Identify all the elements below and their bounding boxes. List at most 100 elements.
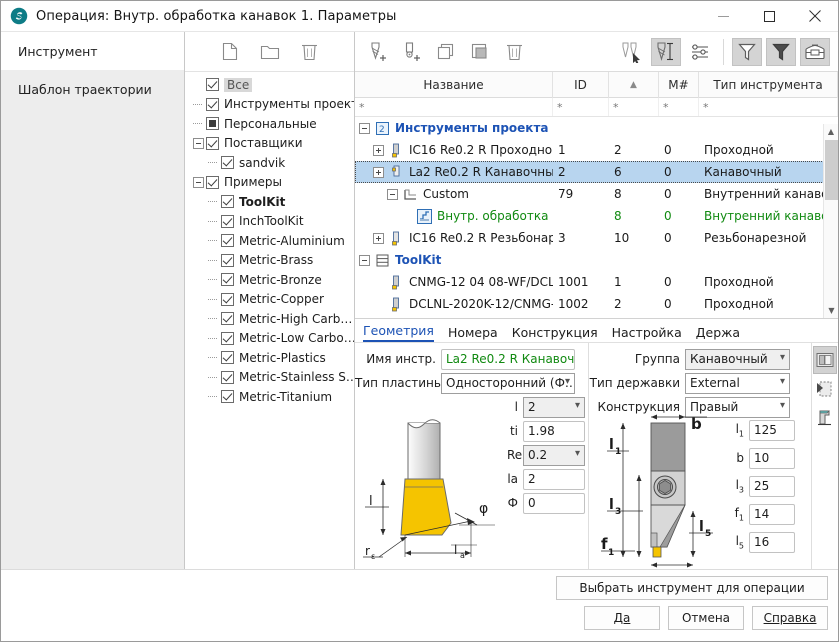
minimize-button[interactable]	[700, 1, 746, 32]
tab-3[interactable]: Настройка	[612, 325, 682, 342]
tab-4[interactable]: Держа	[696, 325, 740, 342]
tree-row[interactable]: Metric-Aluminium	[185, 231, 354, 251]
assembly-preview-icon[interactable]	[813, 404, 837, 432]
dim-l-field[interactable]: 2	[523, 397, 585, 418]
toolbox-icon[interactable]	[800, 38, 830, 66]
parameter-tabs[interactable]: ГеометрияНомераКонструкцияНастройкаДержа	[355, 319, 838, 343]
table-filter-cell[interactable]: *	[609, 98, 659, 116]
dim-phi-field[interactable]: 0	[523, 493, 585, 514]
dim-re-field[interactable]: 0.2	[523, 445, 585, 466]
table-column-header[interactable]: ▲	[609, 72, 659, 98]
tree-checkbox[interactable]	[206, 98, 219, 111]
tree-row[interactable]: ToolKit	[185, 192, 354, 212]
settings-sliders-icon[interactable]	[685, 38, 715, 66]
table-filter-cell[interactable]: *	[553, 98, 609, 116]
maximize-button[interactable]	[746, 1, 792, 32]
tree-row[interactable]: Metric-Bronze	[185, 270, 354, 290]
row-expander[interactable]	[359, 255, 370, 266]
holder-preview-icon[interactable]	[813, 346, 837, 374]
select-tool-icon[interactable]	[617, 38, 647, 66]
tree-row[interactable]: Metric-Stainless S…	[185, 368, 354, 388]
tree-checkbox[interactable]	[221, 254, 234, 267]
tree-expander[interactable]	[193, 177, 204, 188]
delete-icon[interactable]	[299, 41, 321, 63]
table-row[interactable]: Custom7980Внутренний канавочный	[355, 183, 838, 205]
table-filter-cell[interactable]: *	[355, 98, 553, 116]
tree-checkbox[interactable]	[221, 195, 234, 208]
cancel-button[interactable]: Отмена	[668, 606, 744, 630]
tool-measure-icon[interactable]	[651, 38, 681, 66]
add-turn-tool-icon[interactable]	[397, 38, 427, 66]
row-expander[interactable]	[373, 233, 384, 244]
scroll-thumb[interactable]	[825, 140, 838, 200]
close-button[interactable]	[792, 1, 838, 32]
tree-checkbox[interactable]	[221, 156, 234, 169]
table-row[interactable]: DCLNL-2020K-12/CNMG-12 0…100220Проходной	[355, 293, 838, 315]
tree-row[interactable]: Metric-Copper	[185, 290, 354, 310]
holder-type-combo[interactable]: External	[685, 373, 790, 394]
tree-checkbox[interactable]	[221, 390, 234, 403]
tree-row[interactable]: InchToolKit	[185, 212, 354, 232]
tree-checkbox[interactable]	[221, 215, 234, 228]
tree-row[interactable]: Примеры	[185, 173, 354, 193]
dim-l1-field[interactable]: 125	[749, 420, 795, 441]
add-mill-tool-icon[interactable]	[363, 38, 393, 66]
tree-checkbox[interactable]	[221, 351, 234, 364]
delete-icon[interactable]	[499, 38, 529, 66]
tab-2[interactable]: Конструкция	[512, 325, 598, 342]
dim-la-field[interactable]: 2	[523, 469, 585, 490]
insert-name-field[interactable]: La2 Re0.2 R Канавочнь	[441, 349, 575, 370]
scroll-up-icon[interactable]: ▲	[824, 124, 838, 139]
new-icon[interactable]	[219, 41, 241, 63]
table-column-header[interactable]: M#	[659, 72, 699, 98]
dim-l5-field[interactable]: 16	[749, 532, 795, 553]
tree-row[interactable]: Поставщики	[185, 134, 354, 154]
table-column-header[interactable]: Тип инструмента	[699, 72, 838, 98]
filter-filled-icon[interactable]	[766, 38, 796, 66]
tree-row[interactable]: Metric-Plastics	[185, 348, 354, 368]
tree-checkbox[interactable]	[221, 273, 234, 286]
table-row[interactable]: La2 Re0.2 R Канавочный tool260Канавочный	[355, 161, 838, 183]
tree-row[interactable]: Metric-High Carb…	[185, 309, 354, 329]
tree-checkbox[interactable]	[221, 293, 234, 306]
table-scrollbar[interactable]: ▲ ▼	[823, 124, 838, 318]
paste-icon[interactable]	[465, 38, 495, 66]
ok-button[interactable]: Да	[584, 606, 660, 630]
dim-b-field[interactable]: 10	[749, 448, 795, 469]
nav-item-tool[interactable]: Инструмент	[1, 32, 184, 70]
table-row[interactable]: Внутр. обработка канаво…80Внутренний кан…	[355, 205, 838, 227]
tree-checkbox[interactable]	[221, 312, 234, 325]
table-row[interactable]: ToolKit	[355, 249, 838, 271]
dim-ti-field[interactable]: 1.98	[523, 421, 585, 442]
insert-type-combo[interactable]: Односторонний (Ф…	[441, 373, 575, 394]
table-row[interactable]: 2Инструменты проекта	[355, 117, 838, 139]
insert-preview-icon[interactable]	[813, 375, 837, 403]
tree-row[interactable]: Инструменты проекта	[185, 95, 354, 115]
row-expander[interactable]	[359, 123, 370, 134]
tree-checkbox[interactable]	[206, 78, 219, 91]
select-tool-for-operation-button[interactable]: Выбрать инструмент для операции	[556, 576, 828, 600]
tree-row[interactable]: Персональные	[185, 114, 354, 134]
library-tree[interactable]: Все Инструменты проектаПерсональныеПоста…	[185, 72, 354, 569]
tree-row[interactable]: Metric-Titanium	[185, 387, 354, 407]
tree-row[interactable]: sandvik	[185, 153, 354, 173]
table-row[interactable]: IC16 Re0.2 R Проходной tool120Проходной	[355, 139, 838, 161]
filter-empty-icon[interactable]	[732, 38, 762, 66]
table-body[interactable]: 2Инструменты проектаIC16 Re0.2 R Проходн…	[355, 117, 838, 318]
dim-f1-field[interactable]: 14	[749, 504, 795, 525]
table-filter-cell[interactable]: *	[659, 98, 699, 116]
tree-checkbox[interactable]	[221, 371, 234, 384]
open-folder-icon[interactable]	[259, 41, 281, 63]
tree-expander[interactable]	[193, 138, 204, 149]
tree-checkbox[interactable]	[221, 234, 234, 247]
row-expander[interactable]	[387, 189, 398, 200]
tab-1[interactable]: Номера	[448, 325, 498, 342]
tree-row[interactable]: Metric-Brass	[185, 251, 354, 271]
table-filter-row[interactable]: *****	[355, 98, 838, 117]
tree-checkbox[interactable]	[221, 332, 234, 345]
table-column-header[interactable]: Название	[355, 72, 553, 98]
scroll-down-icon[interactable]: ▼	[824, 303, 838, 318]
tree-row[interactable]: Metric-Low Carbo…	[185, 329, 354, 349]
nav-item-toolpath-template[interactable]: Шаблон траектории	[1, 70, 184, 108]
tree-row[interactable]: Все	[185, 75, 354, 95]
